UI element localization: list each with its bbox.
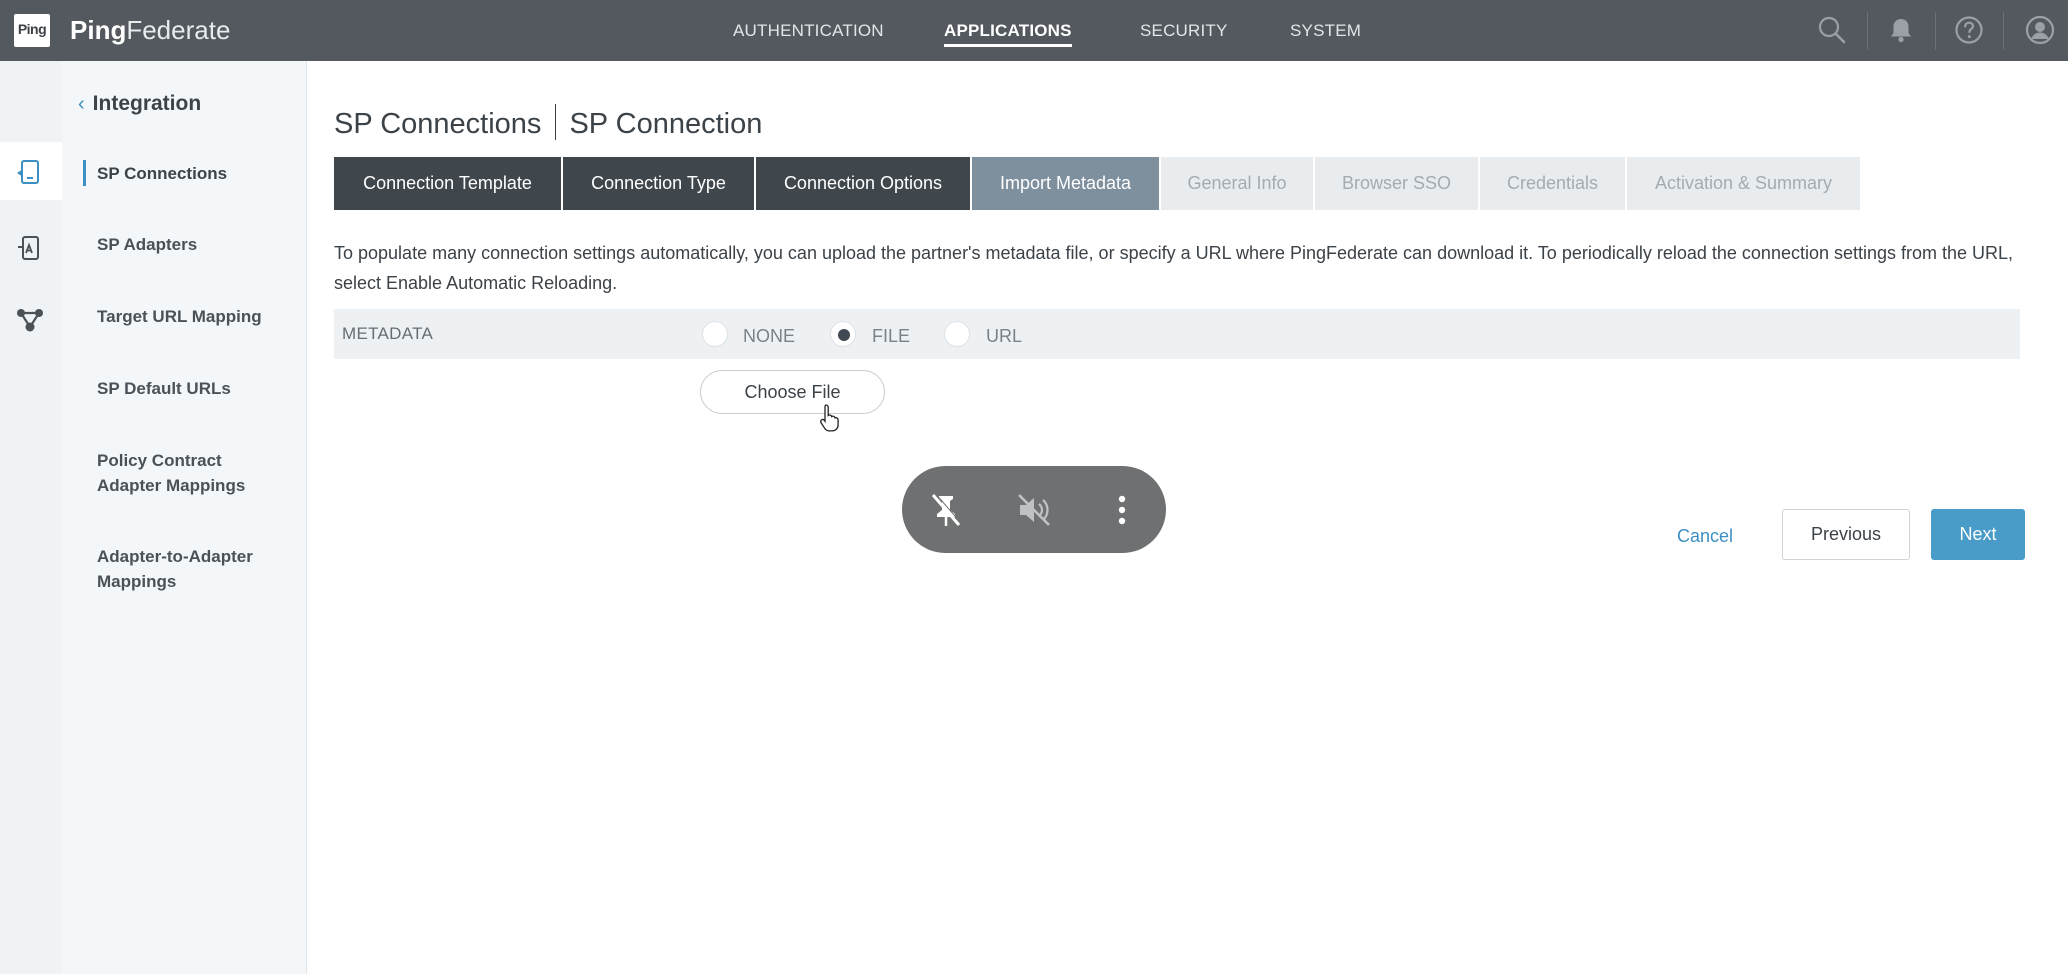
unpin-icon[interactable] <box>924 488 968 532</box>
top-divider <box>1935 12 1936 50</box>
help-icon[interactable] <box>1953 14 1985 46</box>
hand-cursor-icon <box>820 404 839 432</box>
tab-browser-sso: Browser SSO <box>1315 157 1478 210</box>
more-vertical-icon[interactable] <box>1100 488 1144 532</box>
nav-system[interactable]: SYSTEM <box>1290 0 1361 61</box>
previous-button[interactable]: Previous <box>1782 509 1910 560</box>
floating-toolbar <box>902 466 1166 553</box>
next-button[interactable]: Next <box>1931 509 2025 560</box>
sidebar-active-bar <box>83 160 86 186</box>
sidebar-item-adapter-to-adapter-mappings[interactable]: Adapter-to-Adapter Mappings <box>97 544 282 594</box>
tab-credentials: Credentials <box>1480 157 1625 210</box>
sidebar-back-label: Integration <box>92 92 202 115</box>
mute-icon[interactable] <box>1012 488 1056 532</box>
bell-icon[interactable] <box>1885 14 1917 46</box>
choose-file-button[interactable]: Choose File <box>700 370 885 414</box>
sidebar-item-sp-connections[interactable]: SP Connections <box>97 161 227 186</box>
radio-file-label[interactable]: FILE <box>872 309 910 363</box>
radio-none[interactable] <box>702 321 728 347</box>
nav-security[interactable]: SECURITY <box>1140 0 1228 61</box>
tab-general-info: General Info <box>1161 157 1313 210</box>
nav-applications[interactable]: APPLICATIONS <box>944 0 1072 61</box>
sidebar-item-sp-default-urls[interactable]: SP Default URLs <box>97 376 231 401</box>
tab-activation-summary: Activation & Summary <box>1627 157 1860 210</box>
brand-name-light: Federate <box>126 15 231 45</box>
nav-authentication[interactable]: AUTHENTICATION <box>733 0 884 61</box>
sidebar-item-sp-adapters[interactable]: SP Adapters <box>97 232 197 257</box>
breadcrumb-divider <box>555 104 557 140</box>
top-divider <box>2003 12 2004 50</box>
brand-name-bold: Ping <box>70 15 127 45</box>
radio-file[interactable] <box>830 321 856 347</box>
top-divider <box>1867 12 1868 50</box>
tab-connection-template[interactable]: Connection Template <box>334 157 561 210</box>
metadata-description: To populate many connection settings aut… <box>334 243 2014 293</box>
tab-connection-type[interactable]: Connection Type <box>563 157 754 210</box>
cancel-button[interactable]: Cancel <box>1668 510 1742 562</box>
tab-connection-options[interactable]: Connection Options <box>756 157 970 210</box>
ping-logo[interactable]: Ping <box>14 14 50 47</box>
sp-adapter-icon[interactable] <box>15 233 45 263</box>
integration-network-icon[interactable] <box>15 305 45 335</box>
tab-import-metadata[interactable]: Import Metadata <box>972 157 1159 210</box>
radio-url[interactable] <box>944 321 970 347</box>
metadata-label: METADATA <box>342 324 434 343</box>
page-title: SP Connections SP Connection <box>334 104 762 141</box>
metadata-row: METADATA NONE FILE URL <box>334 309 2020 359</box>
chevron-left-icon: ‹ <box>78 93 85 115</box>
top-bar: Ping PingFederate AUTHENTICATION APPLICA… <box>0 0 2068 61</box>
radio-url-label[interactable]: URL <box>986 309 1022 363</box>
search-icon[interactable] <box>1816 14 1848 46</box>
radio-none-label[interactable]: NONE <box>743 309 795 363</box>
sidebar-item-target-url-mapping[interactable]: Target URL Mapping <box>97 304 262 329</box>
sidebar-back-link[interactable]: ‹ Integration <box>78 92 201 116</box>
sidebar <box>62 61 307 974</box>
user-icon[interactable] <box>2024 14 2056 46</box>
breadcrumb-parent[interactable]: SP Connections <box>334 108 541 140</box>
sidebar-item-policy-contract-adapter-mappings[interactable]: Policy Contract Adapter Mappings <box>97 448 282 498</box>
brand-name: PingFederate <box>70 14 230 46</box>
sp-connection-icon[interactable] <box>15 157 45 187</box>
breadcrumb-current: SP Connection <box>569 108 763 140</box>
